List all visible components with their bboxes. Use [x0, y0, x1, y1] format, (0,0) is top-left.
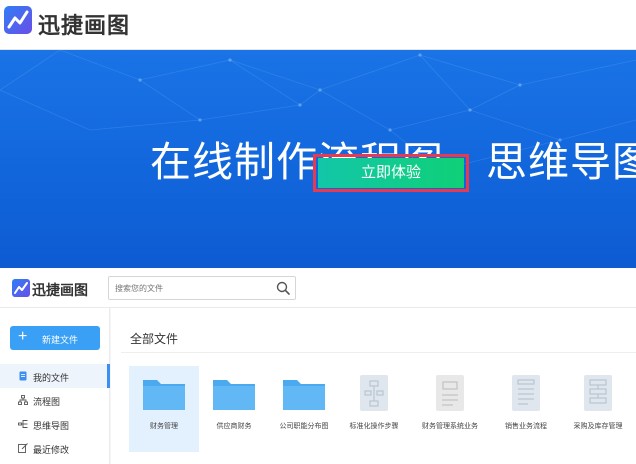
- sidebar-item-label: 我的文件: [33, 373, 70, 383]
- document-file-icon: [436, 375, 464, 411]
- app-header: 迅捷画图: [0, 268, 636, 308]
- file-icon: [18, 371, 28, 381]
- app-logo-icon[interactable]: [12, 279, 30, 297]
- search-icon[interactable]: [275, 280, 291, 296]
- new-file-label: 新建文件: [42, 335, 79, 345]
- sidebar-item-label: 思维导图: [33, 421, 70, 431]
- file-name: 采购及库存管理: [573, 423, 623, 430]
- folder-icon: [283, 380, 325, 410]
- file-card[interactable]: 公司职能分布图: [269, 366, 339, 452]
- file-card[interactable]: 财务管理: [129, 366, 199, 452]
- plus-icon: +: [18, 328, 28, 345]
- mindmap-icon: [18, 419, 28, 429]
- diagram-file-icon: [360, 375, 388, 411]
- flowchart-icon: [18, 395, 28, 405]
- file-name: 销售业务流程: [505, 423, 547, 430]
- file-card[interactable]: 供应商财务: [199, 366, 269, 452]
- file-browser: 全部文件 财务管理 供应商财务 公司职能分布图 标准化操作步骤 财务管理系统业务…: [111, 308, 636, 464]
- file-name: 财务管理: [150, 423, 178, 430]
- section-title: 全部文件: [130, 332, 179, 346]
- sidebar-item-flowchart[interactable]: 流程图: [0, 388, 110, 412]
- file-card[interactable]: 标准化操作步骤: [339, 366, 409, 452]
- folder-icon: [213, 380, 255, 410]
- divider: [121, 352, 636, 353]
- folder-icon: [143, 380, 185, 410]
- file-card[interactable]: 财务管理系统业务: [415, 366, 485, 452]
- try-now-button[interactable]: 立即体验: [318, 158, 464, 188]
- diagram-file-icon: [584, 375, 612, 411]
- file-name: 标准化操作步骤: [349, 423, 399, 430]
- sidebar-item-mindmap[interactable]: 思维导图: [0, 412, 110, 436]
- file-name: 公司职能分布图: [279, 423, 329, 430]
- file-card[interactable]: 销售业务流程: [491, 366, 561, 452]
- diagram-file-icon: [512, 375, 540, 411]
- edit-icon: [18, 443, 28, 453]
- app-logo-text[interactable]: 迅捷画图: [32, 280, 88, 300]
- new-file-button[interactable]: + 新建文件: [10, 326, 100, 350]
- file-card[interactable]: 采购及库存管理: [563, 366, 633, 452]
- site-header: 迅捷画图: [0, 0, 636, 50]
- sidebar-item-recent[interactable]: 最近修改: [0, 436, 110, 460]
- file-name: 供应商财务: [216, 423, 252, 430]
- sidebar-item-my-files[interactable]: 我的文件: [0, 364, 110, 388]
- brand-name[interactable]: 迅捷画图: [38, 8, 130, 40]
- search-input[interactable]: [108, 276, 296, 300]
- file-name: 财务管理系统业务: [422, 423, 478, 430]
- sidebar-item-label: 最近修改: [33, 445, 70, 455]
- app-preview: 迅捷画图 + 新建文件 我的文件 流程图: [0, 268, 636, 464]
- logo-icon[interactable]: [4, 6, 32, 34]
- sidebar-item-label: 流程图: [33, 397, 61, 407]
- sidebar: + 新建文件 我的文件 流程图 思维导图 最近修改: [0, 308, 110, 464]
